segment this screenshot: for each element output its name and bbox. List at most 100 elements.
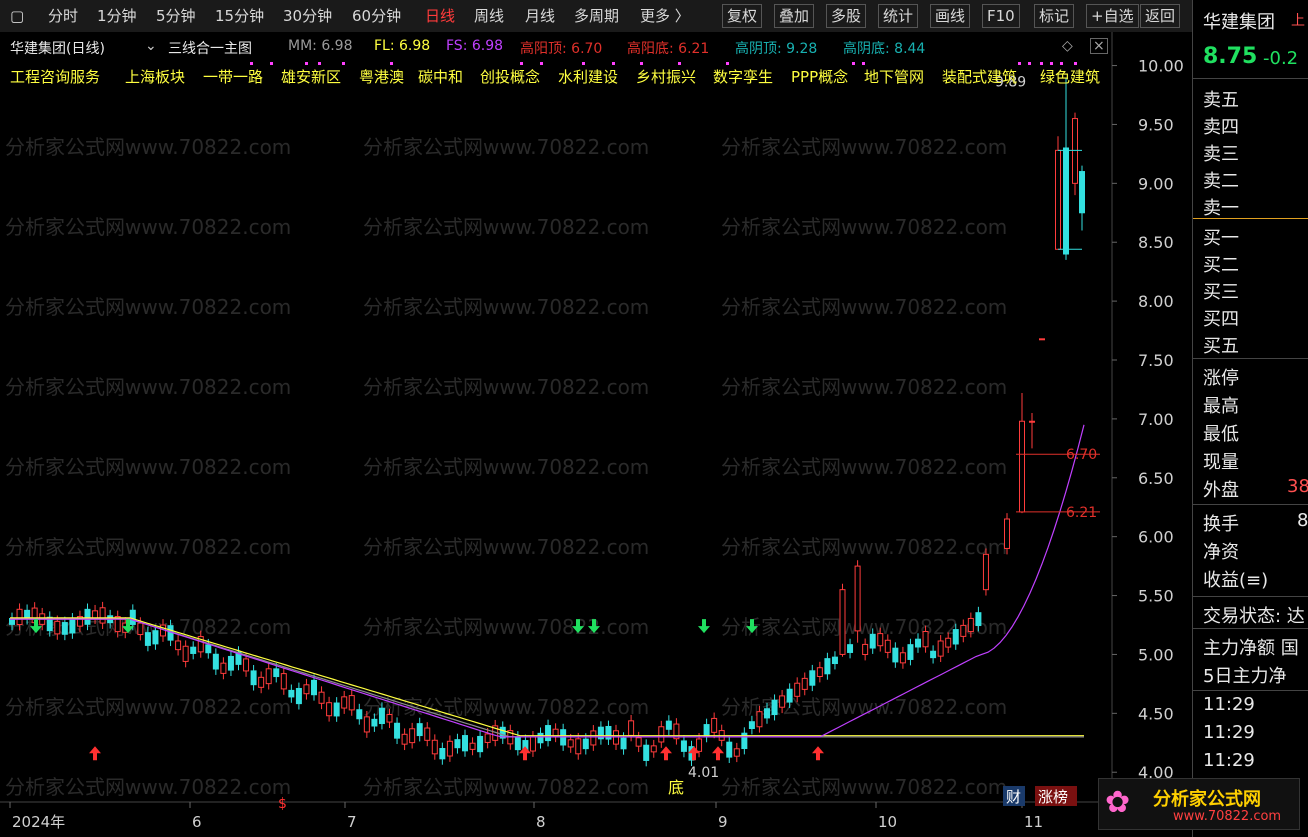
candle-body	[794, 682, 801, 697]
candle-body	[1055, 149, 1061, 250]
add-favorite-button[interactable]: +自选	[1086, 4, 1139, 28]
watermark-text: 分析家公式网www.70822.com	[721, 375, 1007, 399]
period-tab[interactable]: 60分钟	[352, 5, 401, 27]
candle-body	[514, 736, 521, 751]
f10-button[interactable]: F10	[982, 4, 1020, 28]
stat-label: 换手	[1203, 514, 1239, 535]
period-tab[interactable]: 1分钟	[97, 5, 137, 27]
candle-body	[401, 733, 408, 745]
candle-body	[711, 717, 718, 733]
more-menu[interactable]: 更多 〉	[640, 5, 690, 27]
concept-tag[interactable]: 雄安新区	[281, 66, 341, 87]
concept-tags: 工程咨询服务 上海板块 一带一路 雄安新区 粤港澳 碳中和 创投概念 水利建设 …	[0, 64, 1190, 90]
candle-body	[348, 695, 355, 711]
candle-body	[92, 610, 99, 619]
formula-name[interactable]: 三线合一主图	[168, 38, 252, 58]
buy-level: 买四	[1203, 309, 1239, 330]
candle-body	[779, 695, 786, 708]
period-tab[interactable]: 多周期	[574, 5, 619, 27]
adjust-button[interactable]: 复权	[722, 4, 763, 28]
concept-tag[interactable]: 创投概念	[480, 66, 540, 87]
watermark-text: 分析家公式网www.70822.com	[5, 135, 291, 159]
candle-body	[869, 633, 876, 649]
concept-tag[interactable]: 工程咨询服务	[10, 66, 100, 87]
candle-body	[469, 742, 476, 750]
period-tab[interactable]: 分时	[48, 5, 78, 27]
draw-button[interactable]: 画线	[930, 4, 971, 28]
y-tick-label: 6.50	[1138, 469, 1174, 488]
candle-body	[439, 748, 446, 760]
low-price-label: 4.01	[688, 765, 719, 781]
overlay-button[interactable]: 叠加	[774, 4, 815, 28]
period-toolbar: ▢ 分时 1分钟 5分钟 15分钟 30分钟 60分钟 日线 周线 月线 多周期…	[0, 0, 1308, 33]
level-label: 6.21	[1066, 505, 1097, 521]
concept-tag[interactable]: 一带一路	[203, 66, 263, 87]
watermark-text: 分析家公式网www.70822.com	[5, 215, 291, 239]
candle-body	[824, 658, 831, 675]
watermark-text: 分析家公式网www.70822.com	[5, 455, 291, 479]
candle-body	[61, 622, 68, 635]
candle-body	[877, 633, 884, 647]
period-tab[interactable]: 月线	[525, 5, 555, 27]
close-icon[interactable]: ×	[1090, 38, 1108, 54]
concept-tag[interactable]: 水利建设	[558, 66, 618, 87]
flow-label: 主力净额 国	[1203, 638, 1299, 659]
back-button[interactable]: 返回	[1140, 4, 1181, 28]
candle-body	[409, 728, 416, 744]
candle-body	[899, 652, 906, 664]
y-tick-label: 9.00	[1138, 174, 1174, 193]
candle-body	[733, 748, 740, 757]
multi-stock-button[interactable]: 多股	[826, 4, 867, 28]
gydi-value: 高阳底: 6.21	[627, 41, 710, 57]
sell-level: 卖四	[1203, 117, 1239, 138]
candle-body	[137, 622, 144, 636]
stat-label: 最低	[1203, 424, 1239, 445]
period-tab-daily[interactable]: 日线	[425, 5, 455, 27]
period-tab[interactable]: 30分钟	[283, 5, 332, 27]
concept-tag[interactable]: 地下管网	[864, 66, 924, 87]
y-tick-label: 4.50	[1138, 704, 1174, 723]
candle-body	[771, 699, 778, 716]
candle-body	[809, 670, 816, 686]
panel-toggle-icon[interactable]: ▢	[10, 5, 24, 27]
candle-body	[258, 676, 265, 688]
kline-chart[interactable]: 分析家公式网www.70822.com 分析家公式网www.70822.com 分析…	[0, 32, 1192, 837]
period-tab[interactable]: 15分钟	[215, 5, 264, 27]
candle-body	[529, 736, 536, 752]
candle-body	[99, 607, 106, 624]
y-tick-label: 9.50	[1138, 115, 1174, 134]
period-tab[interactable]: 5分钟	[156, 5, 196, 27]
concept-tag[interactable]: 碳中和	[418, 66, 463, 87]
concept-tag[interactable]: 数字孪生	[713, 66, 773, 87]
candle-body	[816, 667, 823, 678]
watermark-text: 分析家公式网www.70822.com	[363, 215, 649, 239]
concept-tag[interactable]: 上海板块	[125, 66, 185, 87]
candle-body	[371, 718, 378, 727]
candle-body	[575, 738, 582, 755]
watermark-text: 分析家公式网www.70822.com	[721, 775, 1007, 799]
candle-body	[1063, 147, 1069, 255]
watermark-text: 分析家公式网www.70822.com	[363, 615, 649, 639]
indicator-header: 华建集团(日线) ⌄ 三线合一主图 MM: 6.98 FL: 6.98 FS: …	[0, 34, 1190, 60]
outer-volume: 38	[1287, 476, 1308, 497]
concept-tag[interactable]: 绿色建筑	[1040, 66, 1100, 87]
concept-tag[interactable]: 乡村振兴	[636, 66, 696, 87]
concept-tag[interactable]: 粤港澳	[359, 66, 404, 87]
candle-body	[703, 724, 710, 737]
candle-body	[839, 589, 846, 655]
candle-body	[545, 725, 552, 742]
candle-body	[356, 709, 363, 720]
candle-body	[658, 726, 665, 743]
mark-button[interactable]: 标记	[1034, 4, 1075, 28]
formula-select[interactable]: ⌄	[145, 38, 157, 54]
candle-body	[484, 733, 491, 743]
candle-body	[431, 739, 438, 755]
diamond-icon[interactable]: ◇	[1062, 38, 1073, 54]
stats-button[interactable]: 统计	[878, 4, 919, 28]
gyind-value: 高阴顶: 9.28	[735, 41, 818, 57]
watermark-text: 分析家公式网www.70822.com	[363, 295, 649, 319]
period-tab[interactable]: 周线	[474, 5, 504, 27]
concept-tag[interactable]: PPP概念	[791, 66, 848, 87]
candle-body	[129, 609, 136, 625]
concept-tag[interactable]: 装配式建筑	[942, 66, 1017, 87]
